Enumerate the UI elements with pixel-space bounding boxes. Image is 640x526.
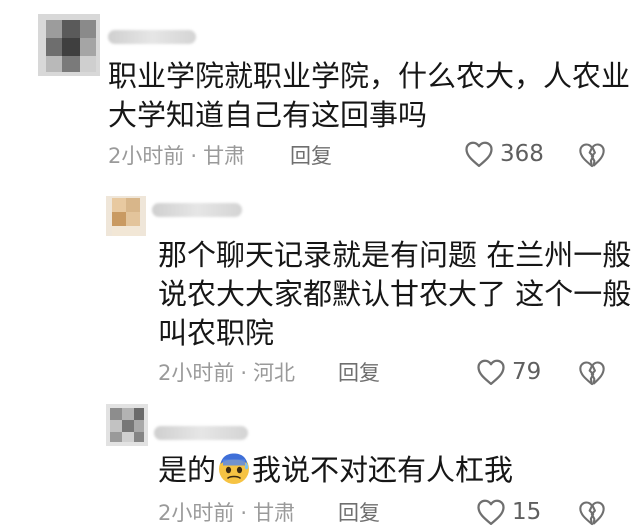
username-blurred[interactable]: [154, 426, 248, 440]
timestamp: 2小时前: [108, 144, 185, 168]
username-blurred[interactable]: [108, 30, 196, 44]
comment-text-line-1: 职业学院就职业学院，什么农大，人农业: [108, 59, 631, 93]
timestamp: 2小时前: [158, 501, 235, 525]
like-count: 15: [512, 499, 542, 525]
like-button[interactable]: 15: [476, 498, 541, 526]
timestamp: 2小时前: [158, 361, 235, 385]
location: 河北: [253, 361, 296, 385]
avatar[interactable]: [38, 14, 100, 76]
reply-button[interactable]: 回复: [338, 500, 380, 526]
heart-outline-icon: [477, 499, 505, 525]
avatar[interactable]: [106, 196, 146, 236]
broken-heart-icon[interactable]: [578, 500, 606, 526]
broken-heart-icon[interactable]: [578, 142, 606, 168]
broken-heart-icon[interactable]: [578, 360, 606, 386]
comment-text-part-2: 我说不对还有人杠我: [252, 453, 514, 487]
like-button[interactable]: 79: [476, 358, 541, 386]
comment-text-line-2: 大学知道自己有这回事吗: [108, 98, 428, 132]
reply-button[interactable]: 回复: [290, 143, 332, 169]
comment-text: 是的 我说不对还有人杠我: [158, 450, 513, 490]
like-count: 79: [512, 359, 542, 385]
location: 甘肃: [203, 144, 246, 168]
comment-text-line-1: 那个聊天记录就是有问题 在兰州一般: [158, 238, 632, 272]
comment-meta: 2小时前 · 甘肃: [158, 500, 295, 526]
avatar[interactable]: [106, 404, 148, 446]
comment-text-part-1: 是的: [158, 453, 217, 487]
separator: ·: [240, 501, 248, 525]
heart-outline-icon: [477, 359, 505, 385]
like-button[interactable]: 368: [464, 140, 544, 168]
separator: ·: [190, 144, 198, 168]
username-blurred[interactable]: [152, 203, 242, 217]
separator: ·: [240, 361, 248, 385]
cold-sweat-emoji-icon: [219, 453, 250, 484]
heart-outline-icon: [465, 141, 493, 167]
comment-meta: 2小时前 · 甘肃: [108, 143, 245, 169]
comment-text-line-3: 叫农职院: [158, 316, 275, 350]
comment-text-line-2: 说农大大家都默认甘农大了 这个一般: [158, 277, 632, 311]
comment-meta: 2小时前 · 河北: [158, 360, 295, 386]
reply-button[interactable]: 回复: [338, 360, 380, 386]
like-count: 368: [500, 141, 544, 167]
location: 甘肃: [253, 501, 296, 525]
